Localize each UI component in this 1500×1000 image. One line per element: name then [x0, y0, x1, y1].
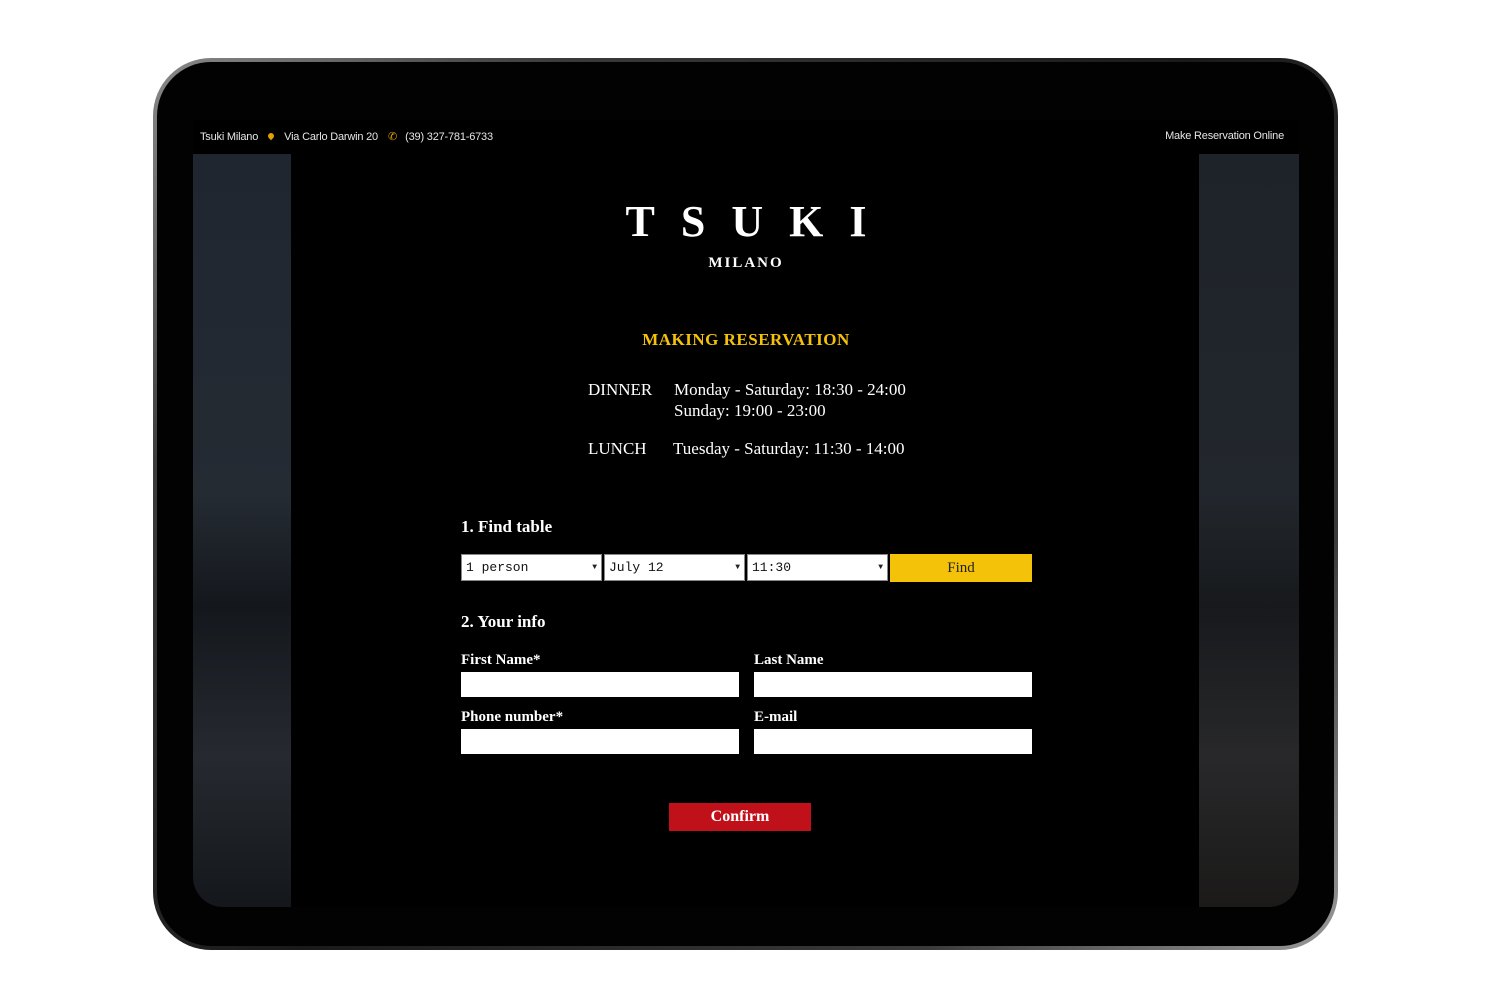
reservation-heading: MAKING RESERVATION — [642, 330, 850, 349]
find-table-heading: 1. Find table — [461, 517, 553, 536]
chevron-down-icon: ▼ — [592, 563, 597, 572]
dinner-label: DINNER — [588, 380, 653, 399]
address-link[interactable]: Via Carlo Darwin 20 — [284, 131, 378, 143]
logo-title[interactable]: TSUKI — [193, 196, 1299, 247]
chevron-down-icon: ▼ — [878, 563, 883, 572]
dinner-weekday-hours: Monday - Saturday: 18:30 - 24:00 — [674, 380, 906, 399]
map-pin-icon — [268, 133, 274, 141]
date-value: July 12 — [609, 560, 664, 575]
time-select[interactable]: 11:30 ▼ — [747, 554, 888, 581]
make-reservation-link[interactable]: Make Reservation Online — [1165, 130, 1284, 142]
last-name-field[interactable] — [754, 672, 1032, 697]
party-size-value: 1 person — [466, 560, 529, 575]
date-select[interactable]: July 12 ▼ — [604, 554, 745, 581]
confirm-button[interactable]: Confirm — [669, 803, 811, 831]
screen: Tsuki Milano Via Carlo Darwin 20 ✆ (39) … — [193, 120, 1299, 907]
top-bar: Tsuki Milano Via Carlo Darwin 20 ✆ (39) … — [193, 120, 1299, 154]
phone-link[interactable]: (39) 327-781-6733 — [405, 131, 493, 143]
your-info-heading: 2. Your info — [461, 612, 546, 631]
email-field[interactable] — [754, 729, 1032, 754]
party-size-select[interactable]: 1 person ▼ — [461, 554, 602, 581]
phone-icon: ✆ — [387, 131, 398, 143]
lunch-weekday-hours: Tuesday - Saturday: 11:30 - 14:00 — [673, 439, 905, 458]
phone-field[interactable] — [461, 729, 739, 754]
time-value: 11:30 — [752, 560, 792, 575]
find-table-controls: 1 person ▼ July 12 ▼ 11:30 ▼ Find — [461, 554, 1032, 582]
last-name-label: Last Name — [754, 652, 824, 668]
first-name-label: First Name* — [461, 652, 541, 668]
dinner-hours: DINNER Monday - Saturday: 18:30 - 24:00 … — [588, 380, 908, 430]
lunch-label: LUNCH — [588, 439, 647, 458]
dinner-sunday-hours: Sunday: 19:00 - 23:00 — [674, 401, 826, 420]
lunch-hours: LUNCH Tuesday - Saturday: 11:30 - 14:00 — [588, 439, 908, 463]
logo-subtitle: MILANO — [708, 255, 784, 271]
phone-label: Phone number* — [461, 709, 564, 725]
restaurant-name: Tsuki Milano — [200, 130, 259, 143]
first-name-field[interactable] — [461, 672, 739, 697]
email-label: E-mail — [754, 709, 798, 725]
find-button[interactable]: Find — [890, 554, 1032, 582]
chevron-down-icon: ▼ — [735, 563, 740, 572]
